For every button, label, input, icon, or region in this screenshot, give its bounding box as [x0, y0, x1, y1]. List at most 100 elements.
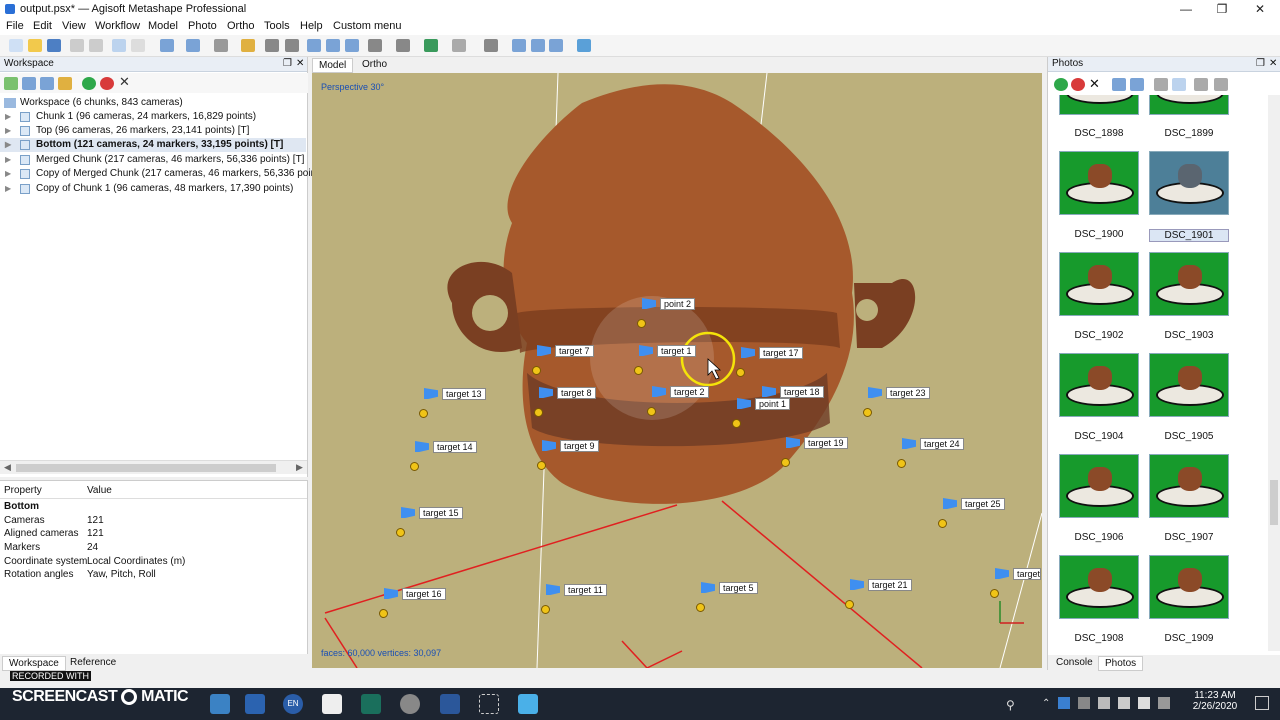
tree-root[interactable]: Workspace (6 chunks, 843 cameras) [0, 96, 308, 110]
clock[interactable]: 11:23 AM 2/26/2020 [1185, 690, 1245, 712]
rotate-left-icon[interactable] [1112, 78, 1126, 91]
tab-workspace[interactable]: Workspace [2, 656, 66, 671]
expand-arrow-icon[interactable]: ▶ [5, 182, 11, 196]
draw-polyline-icon[interactable] [214, 39, 228, 52]
menu-ortho[interactable]: Ortho [227, 20, 255, 32]
maximize-button[interactable]: ❐ [1204, 0, 1240, 19]
expand-arrow-icon[interactable]: ▶ [5, 167, 11, 181]
photo-thumbnail[interactable] [1149, 555, 1229, 619]
menu-file[interactable]: File [6, 20, 24, 32]
tab-console[interactable]: Console [1050, 656, 1099, 669]
scroll-left-icon[interactable]: ◀ [4, 462, 11, 473]
tree-chunk-copy-1[interactable]: ▶ Copy of Chunk 1 (96 cameras, 48 markers… [0, 182, 308, 196]
view-mode-icon[interactable] [1194, 78, 1208, 91]
tray-volume-icon[interactable] [1138, 697, 1150, 709]
save-icon[interactable] [47, 39, 61, 52]
navigation-icon[interactable] [112, 39, 126, 52]
add-photos-icon[interactable] [22, 77, 36, 90]
show-region-icon[interactable] [549, 39, 563, 52]
language-icon[interactable]: EN [283, 694, 303, 714]
scroll-thumb[interactable] [1270, 480, 1278, 525]
tray-app-icon[interactable] [1058, 697, 1070, 709]
move-object-icon[interactable] [186, 39, 200, 52]
enable-icon[interactable] [82, 77, 96, 90]
file-explorer-icon[interactable] [210, 694, 230, 714]
tab-model[interactable]: Model [312, 58, 354, 73]
thumbnail-size-icon[interactable] [1214, 78, 1228, 91]
merge-chunks-icon[interactable] [58, 77, 72, 90]
tray-people-icon[interactable]: ⚲ [1006, 698, 1015, 712]
monitor-app-icon[interactable] [361, 694, 381, 714]
menu-help[interactable]: Help [300, 20, 323, 32]
mask-icon[interactable] [1154, 78, 1168, 91]
show-shapes-icon[interactable] [531, 39, 545, 52]
remove-items-icon[interactable]: ✕ [119, 74, 133, 89]
tray-wifi-icon[interactable] [1118, 697, 1130, 709]
photo-thumbnail[interactable] [1059, 252, 1139, 316]
metashape-taskbar-icon[interactable] [518, 694, 538, 714]
window-app-icon[interactable] [322, 694, 342, 714]
crop-icon[interactable] [285, 39, 299, 52]
model-shaded-icon[interactable] [424, 39, 438, 52]
zoom-in-icon[interactable] [307, 39, 321, 52]
photo-thumbnail[interactable] [1059, 151, 1139, 215]
open-icon[interactable] [28, 39, 42, 52]
photo-thumbnail[interactable] [1149, 353, 1229, 417]
photo-thumbnail[interactable] [1059, 353, 1139, 417]
settings-icon[interactable] [400, 694, 420, 714]
tray-keyboard-icon[interactable] [1158, 697, 1170, 709]
disable-icon[interactable] [100, 77, 114, 90]
float-panel-icon[interactable]: ❐ [283, 58, 292, 69]
tree-chunk-copy-merged[interactable]: ▶ Copy of Merged Chunk (217 cameras, 46 m… [0, 167, 327, 181]
close-panel-icon[interactable]: ✕ [1269, 58, 1277, 69]
zoom-out-icon[interactable] [326, 39, 340, 52]
word-icon[interactable] [440, 694, 460, 714]
close-panel-icon[interactable]: ✕ [296, 58, 304, 69]
tab-reference[interactable]: Reference [64, 656, 122, 669]
photo-thumbnail[interactable] [1149, 95, 1229, 115]
tab-photos[interactable]: Photos [1098, 656, 1144, 671]
add-folder-icon[interactable] [40, 77, 54, 90]
menu-workflow[interactable]: Workflow [95, 20, 140, 32]
enable-icon[interactable] [1054, 78, 1068, 91]
expand-arrow-icon[interactable]: ▶ [5, 110, 11, 124]
photo-thumbnail[interactable] [1149, 454, 1229, 518]
snipping-icon[interactable] [479, 694, 499, 714]
tab-ortho[interactable]: Ortho [356, 58, 393, 71]
tiled-model-icon[interactable] [452, 39, 466, 52]
scroll-thumb[interactable] [16, 464, 276, 472]
menu-custom[interactable]: Custom menu [333, 20, 401, 32]
photo-thumbnail[interactable] [1149, 252, 1229, 316]
expand-arrow-icon[interactable]: ▶ [5, 153, 11, 167]
menu-edit[interactable]: Edit [33, 20, 52, 32]
rect-select-icon[interactable] [131, 39, 145, 52]
scroll-right-icon[interactable]: ▶ [296, 462, 303, 473]
menu-view[interactable]: View [62, 20, 86, 32]
new-icon[interactable] [9, 39, 23, 52]
disable-icon[interactable] [1071, 78, 1085, 91]
photo-thumbnail-selected[interactable] [1149, 151, 1229, 215]
redo-icon[interactable] [89, 39, 103, 52]
app-icon[interactable] [245, 694, 265, 714]
show-markers-icon[interactable] [512, 39, 526, 52]
tree-chunk-1[interactable]: ▶ Chunk 1 (96 cameras, 24 markers, 16,829… [0, 110, 308, 124]
notification-icon[interactable] [1255, 696, 1269, 710]
points-view-icon[interactable] [368, 39, 382, 52]
vertical-scrollbar[interactable] [1268, 95, 1280, 651]
delete-selection-icon[interactable] [265, 39, 279, 52]
float-panel-icon[interactable]: ❐ [1256, 58, 1265, 69]
photo-thumbnail[interactable] [1059, 555, 1139, 619]
reset-view-icon[interactable] [345, 39, 359, 52]
expand-arrow-icon[interactable]: ▶ [5, 124, 11, 138]
tray-chevron-icon[interactable]: ⌃ [1042, 698, 1050, 709]
horizontal-scrollbar[interactable]: ◀ ▶ [0, 460, 307, 474]
photo-thumbnail[interactable] [1059, 95, 1139, 115]
tree-chunk-bottom[interactable]: ▶ Bottom (121 cameras, 24 markers, 33,195… [0, 138, 306, 152]
photo-thumbnail[interactable] [1059, 454, 1139, 518]
tray-battery-icon[interactable] [1098, 697, 1110, 709]
minimize-button[interactable]: — [1168, 0, 1204, 19]
menu-photo[interactable]: Photo [188, 20, 217, 32]
menu-model[interactable]: Model [148, 20, 178, 32]
tree-chunk-top[interactable]: ▶ Top (96 cameras, 26 markers, 23,141 poi… [0, 124, 308, 138]
undo-icon[interactable] [70, 39, 84, 52]
